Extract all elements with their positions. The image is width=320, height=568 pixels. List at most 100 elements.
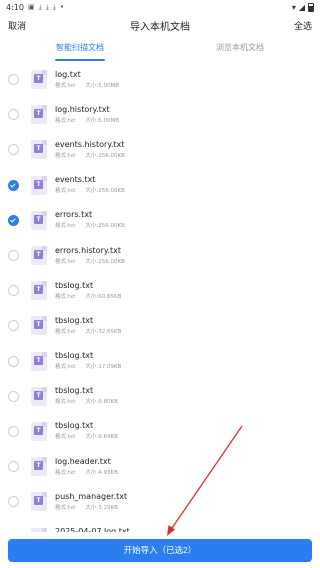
file-meta: 格式:txt 大小:4.93KB (55, 469, 118, 478)
file-format: 格式:txt (55, 469, 76, 476)
file-name: log.history.txt (55, 104, 110, 114)
file-size: 大小:9.80KB (85, 399, 118, 406)
file-checkbox[interactable] (8, 285, 19, 297)
wifi-icon: ▾ (291, 2, 296, 12)
tab-bar: 智能扫描文档 浏览本机文档 (0, 38, 320, 62)
list-item-2[interactable]: T log.history.txt 格式:txt 大小:5.00MB (0, 97, 320, 132)
text-file-icon: T (31, 210, 47, 230)
file-name: events.txt (55, 175, 96, 185)
file-name: errors.txt (55, 210, 93, 220)
file-info: push_manager.txt 格式:txt 大小:3.29KB (55, 491, 127, 513)
file-checkbox[interactable] (8, 179, 19, 191)
file-checkbox[interactable] (8, 320, 19, 332)
status-left: 4:10 ▣ ⤓ ⤓ ⤓ • (6, 3, 64, 12)
select-all-button[interactable]: 全选 (294, 19, 312, 32)
file-format: 格式:txt (55, 399, 76, 406)
file-meta: 格式:txt 大小:5.00MB (55, 117, 119, 126)
text-file-icon: T (31, 316, 47, 336)
list-item-14[interactable]: T 2025-04-07.log.txt (0, 519, 320, 532)
file-checkbox[interactable] (8, 214, 19, 226)
signal-icon: ◢ (298, 2, 305, 12)
file-checkbox[interactable] (8, 461, 19, 473)
file-info: tbslog.txt 格式:txt 大小:17.09KB (55, 350, 121, 372)
list-item-12[interactable]: T log.header.txt 格式:txt 大小:4.93KB (0, 449, 320, 484)
file-format: 格式:txt (55, 293, 76, 300)
download-icon: ⤓ (38, 2, 42, 11)
file-name: push_manager.txt (55, 491, 128, 501)
title-bar: 取消 导入本机文档 全选 (0, 14, 320, 36)
file-name: errors.history.txt (55, 245, 122, 255)
download-icon-2: ⤓ (45, 2, 49, 11)
file-size: 大小:5.00MB (85, 82, 120, 89)
text-file-icon: T (31, 105, 47, 125)
file-format: 格式:txt (55, 223, 76, 230)
file-format: 格式:txt (55, 82, 76, 89)
file-info: log.txt 格式:txt 大小:5.00MB (55, 69, 119, 91)
check-icon (9, 216, 16, 223)
file-name: tbslog.txt (55, 386, 94, 396)
text-file-icon: T (31, 492, 47, 512)
file-size: 大小:3.29KB (85, 504, 118, 511)
file-info: tbslog.txt 格式:txt 大小:9.80KB (55, 385, 118, 407)
text-file-icon: T (31, 175, 47, 195)
text-file-icon: T (31, 421, 47, 441)
file-meta: 格式:txt 大小:9.64KB (55, 433, 118, 442)
tab-smart-scan[interactable]: 智能扫描文档 (0, 38, 160, 62)
file-name: events.history.txt (55, 139, 125, 149)
file-checkbox[interactable] (8, 496, 19, 508)
file-meta: 格式:txt 大小:5.00MB (55, 82, 119, 91)
bottom-bar: 开始导入（已选2） (0, 532, 320, 568)
file-size: 大小:256.00KB (85, 188, 125, 195)
file-info: tbslog.txt 格式:txt 大小:9.64KB (55, 420, 118, 442)
list-item-10[interactable]: T tbslog.txt 格式:txt 大小:9.80KB (0, 379, 320, 414)
list-item-4[interactable]: T events.txt 格式:txt 大小:256.00KB (0, 168, 320, 203)
status-bar: 4:10 ▣ ⤓ ⤓ ⤓ • ▾ ◢ (0, 0, 320, 14)
file-format: 格式:txt (55, 117, 76, 124)
file-name: tbslog.txt (55, 421, 94, 431)
file-meta: 格式:txt 大小:256.00KB (55, 222, 125, 231)
file-meta: 格式:txt 大小:256.00KB (55, 152, 125, 161)
list-item-6[interactable]: T errors.history.txt 格式:txt 大小:256.00KB (0, 238, 320, 273)
file-meta: 格式:txt 大小:3.29KB (55, 504, 127, 513)
file-checkbox[interactable] (8, 250, 19, 262)
text-file-icon: T (31, 140, 47, 160)
file-size: 大小:5.00MB (85, 117, 120, 124)
file-checkbox[interactable] (8, 355, 19, 367)
file-name: log.txt (55, 69, 81, 79)
file-meta: 格式:txt 大小:9.80KB (55, 398, 118, 407)
tab-browse-local[interactable]: 浏览本机文档 (160, 38, 320, 62)
file-checkbox[interactable] (8, 144, 19, 156)
file-info: events.history.txt 格式:txt 大小:256.00KB (55, 139, 125, 161)
file-size: 大小:17.09KB (85, 364, 122, 371)
file-format: 格式:txt (55, 258, 76, 265)
file-checkbox[interactable] (8, 390, 19, 402)
file-info: tbslog.txt 格式:txt 大小:60.65KB (55, 280, 121, 302)
list-item-3[interactable]: T events.history.txt 格式:txt 大小:256.00KB (0, 132, 320, 167)
list-item-9[interactable]: T tbslog.txt 格式:txt 大小:17.09KB (0, 344, 320, 379)
file-size: 大小:32.65KB (85, 328, 122, 335)
file-format: 格式:txt (55, 188, 76, 195)
list-item-13[interactable]: T push_manager.txt 格式:txt 大小:3.29KB (0, 484, 320, 519)
list-item-8[interactable]: T tbslog.txt 格式:txt 大小:32.65KB (0, 308, 320, 343)
cancel-button[interactable]: 取消 (8, 19, 26, 32)
file-size: 大小:256.00KB (85, 152, 125, 159)
file-meta: 格式:txt 大小:256.00KB (55, 187, 125, 196)
file-info: log.header.txt 格式:txt 大小:4.93KB (55, 456, 118, 478)
file-info: log.history.txt 格式:txt 大小:5.00MB (55, 104, 119, 126)
list-item-5[interactable]: T errors.txt 格式:txt 大小:256.00KB (0, 203, 320, 238)
file-list[interactable]: T log.txt 格式:txt 大小:5.00MB T log.history.… (0, 62, 320, 532)
list-item-1[interactable]: T log.txt 格式:txt 大小:5.00MB (0, 62, 320, 97)
status-right: ▾ ◢ (291, 2, 314, 12)
list-item-11[interactable]: T tbslog.txt 格式:txt 大小:9.64KB (0, 414, 320, 449)
start-import-button[interactable]: 开始导入（已选2） (8, 538, 312, 562)
dot-icon: • (59, 3, 65, 11)
list-item-7[interactable]: T tbslog.txt 格式:txt 大小:60.65KB (0, 273, 320, 308)
file-checkbox[interactable] (8, 74, 19, 86)
page-title: 导入本机文档 (130, 21, 190, 33)
image-icon: ▣ (27, 3, 35, 11)
text-file-icon: T (31, 457, 47, 477)
file-checkbox[interactable] (8, 109, 19, 121)
file-size: 大小:9.64KB (85, 434, 118, 441)
file-size: 大小:4.93KB (85, 469, 118, 476)
file-checkbox[interactable] (8, 425, 19, 437)
